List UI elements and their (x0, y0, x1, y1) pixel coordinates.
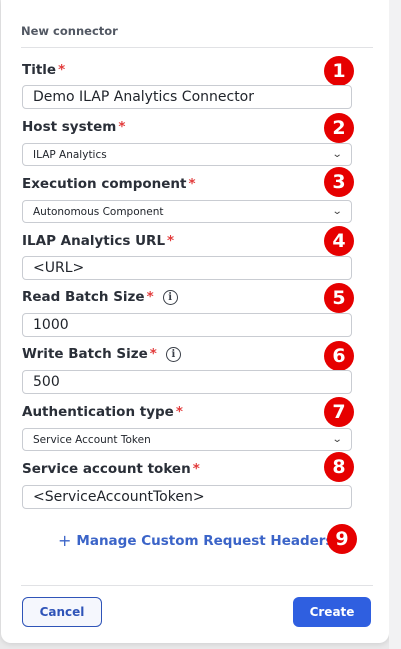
authentication-type-value: Service Account Token (33, 433, 151, 446)
authentication-type-label: Authentication type * (22, 404, 183, 420)
annotation-badge-1: 1 (324, 56, 354, 86)
annotation-badge-4: 4 (324, 226, 354, 256)
title-label: Title * (22, 62, 66, 78)
write-batch-size-input[interactable]: 500 (22, 370, 352, 394)
service-account-token-label: Service account token * (22, 461, 200, 477)
annotation-badge-8: 8 (324, 452, 354, 482)
info-icon[interactable]: i (165, 346, 181, 362)
read-batch-size-input[interactable]: 1000 (22, 313, 352, 337)
host-system-value: ILAP Analytics (33, 148, 107, 161)
execution-component-label: Execution component * (22, 176, 196, 192)
manage-custom-headers-link[interactable]: + Manage Custom Request Headers (58, 531, 334, 550)
info-icon[interactable]: i (162, 289, 178, 305)
annotation-badge-7: 7 (324, 397, 354, 427)
host-system-select[interactable]: ILAP Analytics ⌄ (22, 143, 352, 166)
title-input[interactable]: Demo ILAP Analytics Connector (22, 85, 352, 109)
execution-component-select[interactable]: Autonomous Component ⌄ (22, 200, 352, 223)
chevron-down-icon: ⌄ (331, 149, 343, 160)
annotation-badge-2: 2 (324, 113, 354, 143)
write-batch-size-label: Write Batch Size * i (22, 346, 181, 362)
page-scroll-strip (389, 0, 401, 649)
chevron-down-icon: ⌄ (331, 206, 343, 217)
new-connector-dialog: New connector Title * 1 Demo ILAP Analyti… (1, 0, 389, 643)
execution-component-value: Autonomous Component (33, 205, 164, 218)
service-account-token-input[interactable]: <ServiceAccountToken> (22, 485, 352, 509)
footer-divider (21, 585, 373, 586)
host-system-label: Host system * (22, 119, 126, 135)
cancel-button[interactable]: Cancel (22, 597, 102, 627)
create-button[interactable]: Create (293, 597, 371, 627)
dialog-title: New connector (21, 24, 118, 38)
chevron-down-icon: ⌄ (331, 434, 343, 445)
plus-icon: + (58, 531, 72, 550)
annotation-badge-3: 3 (324, 167, 354, 197)
annotation-badge-5: 5 (324, 283, 354, 313)
header-divider (21, 47, 373, 48)
annotation-badge-6: 6 (324, 341, 354, 371)
annotation-badge-9: 9 (327, 524, 357, 554)
analytics-url-input[interactable]: <URL> (22, 256, 352, 280)
read-batch-size-label: Read Batch Size * i (22, 289, 178, 305)
analytics-url-label: ILAP Analytics URL * (22, 233, 175, 249)
authentication-type-select[interactable]: Service Account Token ⌄ (22, 428, 352, 451)
